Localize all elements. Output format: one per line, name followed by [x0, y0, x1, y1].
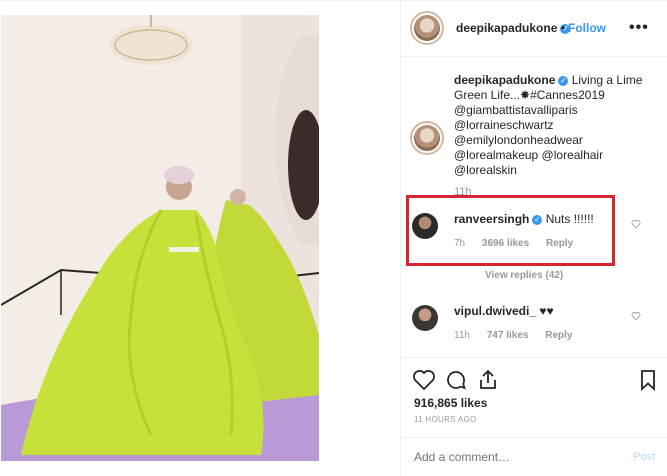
comment-avatar[interactable] — [412, 305, 438, 331]
highlight-box — [406, 195, 615, 266]
more-options-icon[interactable]: ••• — [629, 19, 649, 37]
post-comment-button[interactable]: Post — [633, 451, 655, 463]
avatar[interactable] — [410, 11, 444, 45]
comment-text-line: vipul.dwivedi_ ♥♥ — [454, 304, 554, 318]
post-side-pane: deepikapadukone ✓ • Follow ••• deepikapad… — [401, 1, 667, 476]
share-icon[interactable] — [476, 368, 500, 392]
post-time: 11 HOURS AGO — [414, 415, 477, 424]
comment: vipul.dwivedi_ ♥♥ 11h 747 likes Reply — [401, 289, 667, 351]
likes-count[interactable]: 916,865 likes — [414, 396, 487, 410]
post-header: deepikapadukone ✓ • Follow ••• — [401, 1, 667, 57]
add-comment-input[interactable] — [414, 450, 614, 464]
post-photo-illustration — [1, 15, 319, 461]
verified-badge-icon: ✓ — [558, 75, 569, 86]
comment-text: ♥♥ — [539, 304, 554, 318]
like-comment-heart-icon[interactable] — [631, 311, 641, 321]
reply-button[interactable]: Reply — [545, 330, 572, 341]
comment-username[interactable]: vipul.dwivedi_ — [454, 304, 536, 318]
comment-icon[interactable] — [444, 368, 468, 392]
post-photo[interactable] — [1, 15, 319, 461]
comment-time[interactable]: 11h — [454, 330, 470, 341]
like-comment-heart-icon[interactable] — [631, 219, 641, 229]
view-replies-link[interactable]: View replies (42) — [485, 270, 563, 281]
caption-body: Living a Lime Green Life...✸#Cannes2019 … — [454, 73, 643, 177]
comment-likes[interactable]: 747 likes — [487, 330, 529, 341]
comment-meta: 11h 747 likes Reply — [454, 330, 586, 341]
separator-dot: • — [561, 21, 566, 35]
caption-text: deepikapadukone ✓ Living a Lime Green Lif… — [454, 73, 654, 178]
bookmark-icon[interactable] — [636, 368, 660, 392]
heart-icon[interactable] — [412, 368, 436, 392]
caption-avatar[interactable] — [410, 121, 444, 155]
follow-button[interactable]: Follow — [568, 21, 606, 35]
add-comment-bar: Post — [401, 437, 667, 476]
caption-username[interactable]: deepikapadukone — [454, 73, 555, 87]
instagram-post: deepikapadukone ✓ • Follow ••• deepikapad… — [0, 0, 667, 476]
header-username[interactable]: deepikapadukone ✓ — [456, 21, 571, 35]
photo-pane — [0, 1, 401, 476]
